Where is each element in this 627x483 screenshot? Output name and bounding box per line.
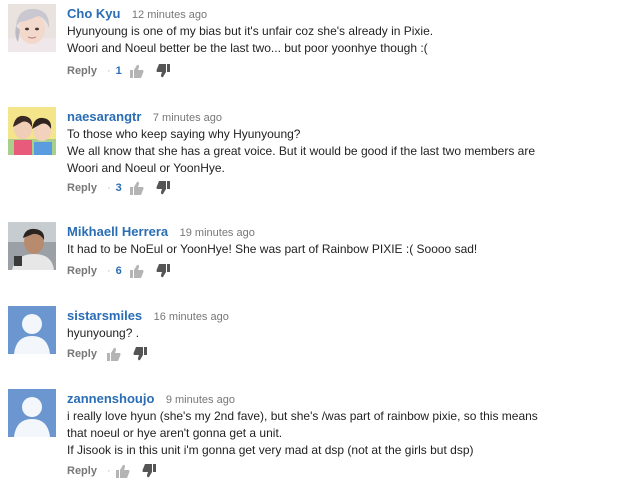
comment-author-link[interactable]: Cho Kyu [67, 6, 120, 21]
comment-timestamp: 12 minutes ago [131, 9, 208, 21]
thumbs-down-icon[interactable] [156, 64, 170, 78]
thumbs-up-icon[interactable] [115, 464, 130, 478]
comment-line: To those who keep saying why Hyunyoung? [67, 127, 301, 141]
score-separator: · [106, 465, 111, 477]
comment-actions: Reply · 3 [67, 181, 170, 195]
comment: Cho Kyu 12 minutes ago Hyunyoung is one … [0, 0, 627, 90]
comment-list: Cho Kyu 12 minutes ago Hyunyoung is one … [0, 0, 627, 483]
comment: Mikhaell Herrera 19 minutes ago It had t… [0, 218, 627, 288]
comment-line: that noeul or hye aren't gonna get a uni… [67, 426, 283, 440]
user-avatar-default[interactable] [8, 306, 56, 354]
comment-body: Hyunyoung is one of my bias but it's unf… [67, 23, 617, 57]
comment-timestamp: 9 minutes ago [165, 394, 235, 406]
comment: zannenshoujo 9 minutes ago i really love… [0, 385, 627, 483]
reply-button[interactable]: Reply [67, 182, 97, 194]
score-separator: · [106, 265, 111, 277]
comment-author-link[interactable]: naesarangtr [67, 109, 141, 124]
score-separator: · [106, 182, 111, 194]
user-avatar-photo[interactable] [8, 107, 56, 155]
thumbs-up-icon[interactable] [129, 181, 144, 195]
thumbs-up-icon[interactable] [129, 264, 144, 278]
user-avatar-default[interactable] [8, 389, 56, 437]
reply-button[interactable]: Reply [67, 348, 97, 360]
like-count: 3 [115, 182, 122, 194]
comment: naesarangtr 7 minutes ago To those who k… [0, 103, 627, 203]
comment-actions: Reply [67, 347, 147, 361]
comment-body: hyunyoung? . [67, 325, 617, 342]
comment-line: Woori and Noeul or YoonHye. [67, 161, 225, 175]
comment-line: i really love hyun (she's my 2nd fave), … [67, 409, 538, 423]
thumbs-up-icon[interactable] [106, 347, 121, 361]
reply-button[interactable]: Reply [67, 465, 97, 477]
like-count: 6 [115, 265, 122, 277]
comment-author-link[interactable]: zannenshoujo [67, 391, 154, 406]
score-separator: · [106, 65, 111, 77]
comment-line: It had to be NoEul or YoonHye! She was p… [67, 242, 478, 256]
comment-timestamp: 7 minutes ago [152, 112, 222, 124]
comment: sistarsmiles 16 minutes ago hyunyoung? .… [0, 302, 627, 372]
thumbs-down-icon[interactable] [133, 347, 147, 361]
comment-body: i really love hyun (she's my 2nd fave), … [67, 408, 617, 459]
comment-timestamp: 19 minutes ago [179, 227, 255, 239]
comment-line: We all know that she has a great voice. … [67, 144, 536, 158]
thumbs-down-icon[interactable] [156, 264, 170, 278]
user-avatar-photo[interactable] [8, 222, 56, 270]
comment-author-link[interactable]: Mikhaell Herrera [67, 224, 168, 239]
comment-actions: Reply · [67, 464, 156, 478]
comment-line: Hyunyoung is one of my bias but it's unf… [67, 24, 434, 38]
thumbs-down-icon[interactable] [156, 181, 170, 195]
comment-body: It had to be NoEul or YoonHye! She was p… [67, 241, 617, 258]
reply-button[interactable]: Reply [67, 265, 97, 277]
comment-line: If Jisook is in this unit i'm gonna get … [67, 443, 474, 457]
comment-timestamp: 16 minutes ago [153, 311, 229, 323]
comment-actions: Reply · 6 [67, 264, 170, 278]
comment-line: Woori and Noeul better be the last two..… [67, 41, 428, 55]
reply-button[interactable]: Reply [67, 65, 97, 77]
comment-line: hyunyoung? . [67, 326, 140, 340]
comment-author-link[interactable]: sistarsmiles [67, 308, 142, 323]
comment-body: To those who keep saying why Hyunyoung? … [67, 126, 617, 177]
user-avatar-photo[interactable] [8, 4, 56, 52]
comment-actions: Reply · 1 [67, 64, 170, 78]
thumbs-up-icon[interactable] [129, 64, 144, 78]
thumbs-down-icon[interactable] [142, 464, 156, 478]
like-count: 1 [115, 65, 122, 77]
